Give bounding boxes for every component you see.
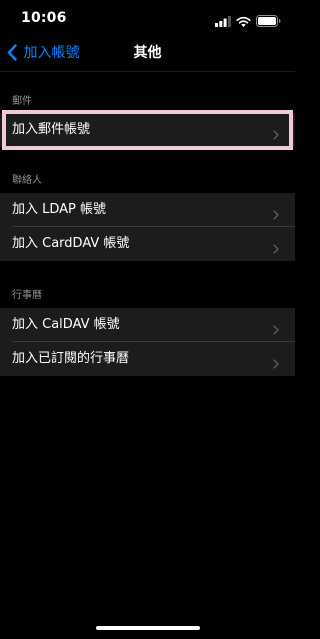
- cellular-signal-icon: [215, 12, 231, 31]
- row-label: 加入 LDAP 帳號: [12, 202, 107, 217]
- section-header-contacts: 聯絡人: [12, 175, 42, 186]
- navigation-bar: 加入帳號 其他: [0, 38, 295, 68]
- highlight-outline: [2, 110, 293, 150]
- battery-icon: [256, 12, 281, 31]
- row-label: 加入 CardDAV 帳號: [12, 236, 130, 251]
- status-bar: 10:06: [0, 0, 295, 38]
- nav-divider: [0, 71, 295, 72]
- wifi-icon: [236, 12, 251, 31]
- chevron-right-icon: [273, 239, 279, 254]
- section-header-mail: 郵件: [12, 96, 32, 107]
- row-add-ldap-account[interactable]: 加入 LDAP 帳號: [0, 193, 295, 227]
- chevron-right-icon: [273, 205, 279, 220]
- row-add-carddav-account[interactable]: 加入 CardDAV 帳號: [0, 227, 295, 261]
- chevron-right-icon: [273, 354, 279, 369]
- section-header-calendar: 行事曆: [12, 290, 42, 301]
- row-label: 加入 CalDAV 帳號: [12, 317, 120, 332]
- page-title: 其他: [133, 45, 162, 61]
- home-indicator[interactable]: [96, 626, 200, 630]
- row-label: 加入已訂閱的行事曆: [12, 351, 130, 366]
- row-add-caldav-account[interactable]: 加入 CalDAV 帳號: [0, 308, 295, 342]
- row-add-subscribed-calendar[interactable]: 加入已訂閱的行事曆: [0, 342, 295, 376]
- status-time: 10:06: [21, 10, 67, 26]
- chevron-right-icon: [273, 320, 279, 335]
